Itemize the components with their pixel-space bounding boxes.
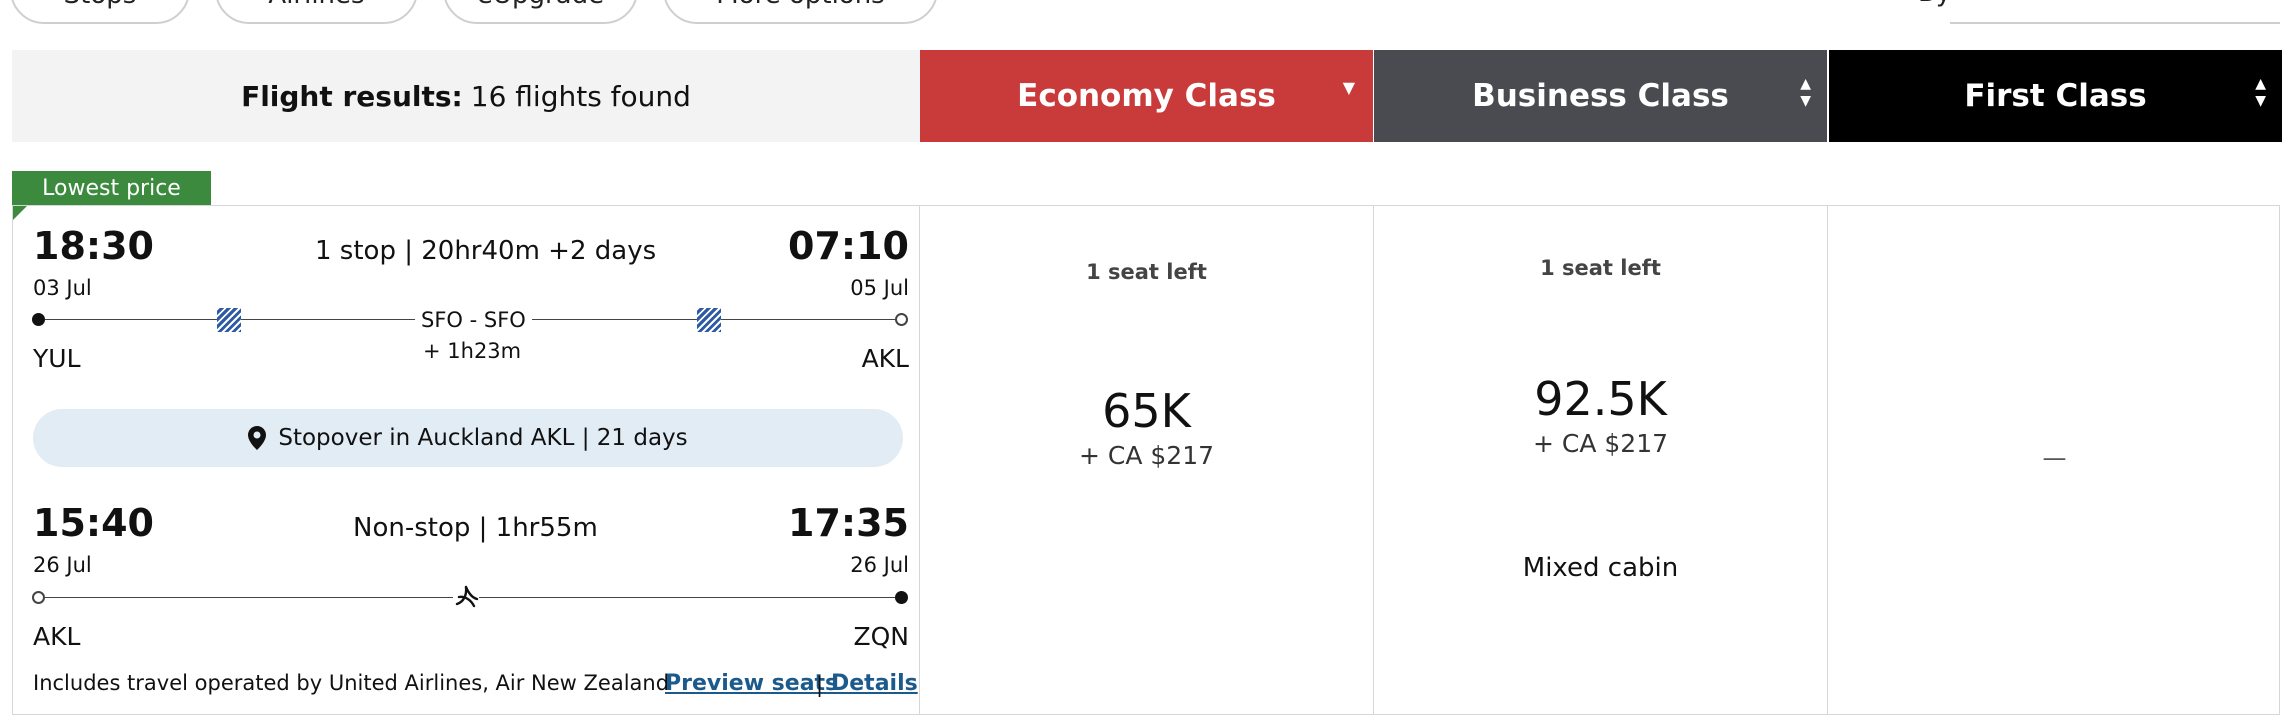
results-label: Flight results:	[241, 79, 463, 113]
flight-card: 18:30 03 Jul 1 stop | 20hr40m +2 days 07…	[12, 205, 2280, 715]
tab-economy-class[interactable]: Economy Class ▼	[920, 50, 1373, 142]
sort-select[interactable]	[1950, 0, 2280, 24]
first-fare-cell: —	[1828, 206, 2281, 714]
sort-label: By	[1918, 0, 1951, 8]
united-logo-icon	[217, 308, 241, 332]
origin-code: AKL	[33, 622, 81, 651]
destination-dot	[895, 313, 908, 326]
filter-eupgrade[interactable]: eUpgrade	[443, 0, 638, 24]
lowest-price-badge: Lowest price	[12, 171, 211, 205]
air-new-zealand-logo-icon	[453, 584, 479, 610]
depart-time: 18:30	[33, 224, 154, 268]
points-price: 65K	[1102, 384, 1191, 438]
depart-date: 26 Jul	[33, 553, 92, 577]
filter-label: Stops	[64, 0, 137, 10]
sort-arrows-icon: ▲ ▼	[1800, 76, 1811, 109]
sort-arrows-icon: ▲ ▼	[2255, 76, 2266, 109]
link-separator: |	[816, 673, 824, 697]
origin-code: YUL	[33, 344, 81, 373]
seats-left: 1 seat left	[1086, 260, 1207, 284]
business-fare-cell[interactable]: 1 seat left 92.5K + CA $217 Mixed cabin	[1374, 206, 1827, 714]
layover-duration: + 1h23m	[423, 339, 522, 363]
arrive-date: 05 Jul	[850, 276, 909, 300]
destination-code: AKL	[861, 344, 909, 373]
filter-airlines[interactable]: Airlines	[215, 0, 418, 24]
operated-by-text: Includes travel operated by United Airli…	[33, 671, 670, 695]
cabin-label: First Class	[1964, 78, 2147, 114]
stopover-text: Stopover in Auckland AKL | 21 days	[278, 425, 688, 451]
cash-price: + CA $217	[1078, 441, 1215, 470]
results-summary: Flight results: 16 flights found	[12, 50, 920, 142]
filter-stops[interactable]: Stops	[10, 0, 190, 24]
filter-label: eUpgrade	[477, 0, 604, 10]
economy-fare-cell[interactable]: 1 seat left 65K + CA $217	[920, 206, 1373, 714]
details-link[interactable]: Details	[831, 671, 918, 696]
results-count: 16 flights found	[470, 79, 691, 113]
results-header: Flight results: 16 flights found Economy…	[12, 50, 2282, 142]
points-price: 92.5K	[1534, 372, 1667, 426]
no-fare-dash: —	[2042, 444, 2067, 472]
arrive-time: 17:35	[788, 501, 909, 545]
destination-dot	[895, 591, 908, 604]
stopover-banner: Stopover in Auckland AKL | 21 days	[33, 409, 903, 467]
location-pin-icon	[248, 426, 267, 450]
connection-airports: SFO - SFO	[415, 308, 532, 332]
cash-price: + CA $217	[1532, 429, 1669, 458]
cabin-label: Economy Class	[1017, 78, 1276, 114]
segment-summary: Non-stop | 1hr55m	[353, 513, 598, 543]
preview-seats-link[interactable]: Preview seats	[665, 671, 838, 696]
filter-more-options[interactable]: More options	[663, 0, 938, 24]
tab-first-class[interactable]: First Class ▲ ▼	[1829, 50, 2282, 142]
united-logo-icon	[697, 308, 721, 332]
depart-time: 15:40	[33, 501, 154, 545]
segment-summary: 1 stop | 20hr40m +2 days	[315, 236, 657, 266]
filter-label: Airlines	[268, 0, 364, 10]
origin-dot	[32, 313, 45, 326]
origin-dot	[32, 591, 45, 604]
filter-label: More options	[716, 0, 884, 10]
cabin-label: Business Class	[1472, 78, 1729, 114]
arrive-time: 07:10	[788, 224, 909, 268]
arrive-date: 26 Jul	[850, 553, 909, 577]
tab-business-class[interactable]: Business Class ▲ ▼	[1374, 50, 1827, 142]
mixed-cabin-note: Mixed cabin	[1522, 553, 1679, 583]
depart-date: 03 Jul	[33, 276, 92, 300]
destination-code: ZQN	[853, 622, 909, 651]
caret-down-icon: ▼	[1342, 78, 1355, 97]
seats-left: 1 seat left	[1540, 256, 1661, 280]
